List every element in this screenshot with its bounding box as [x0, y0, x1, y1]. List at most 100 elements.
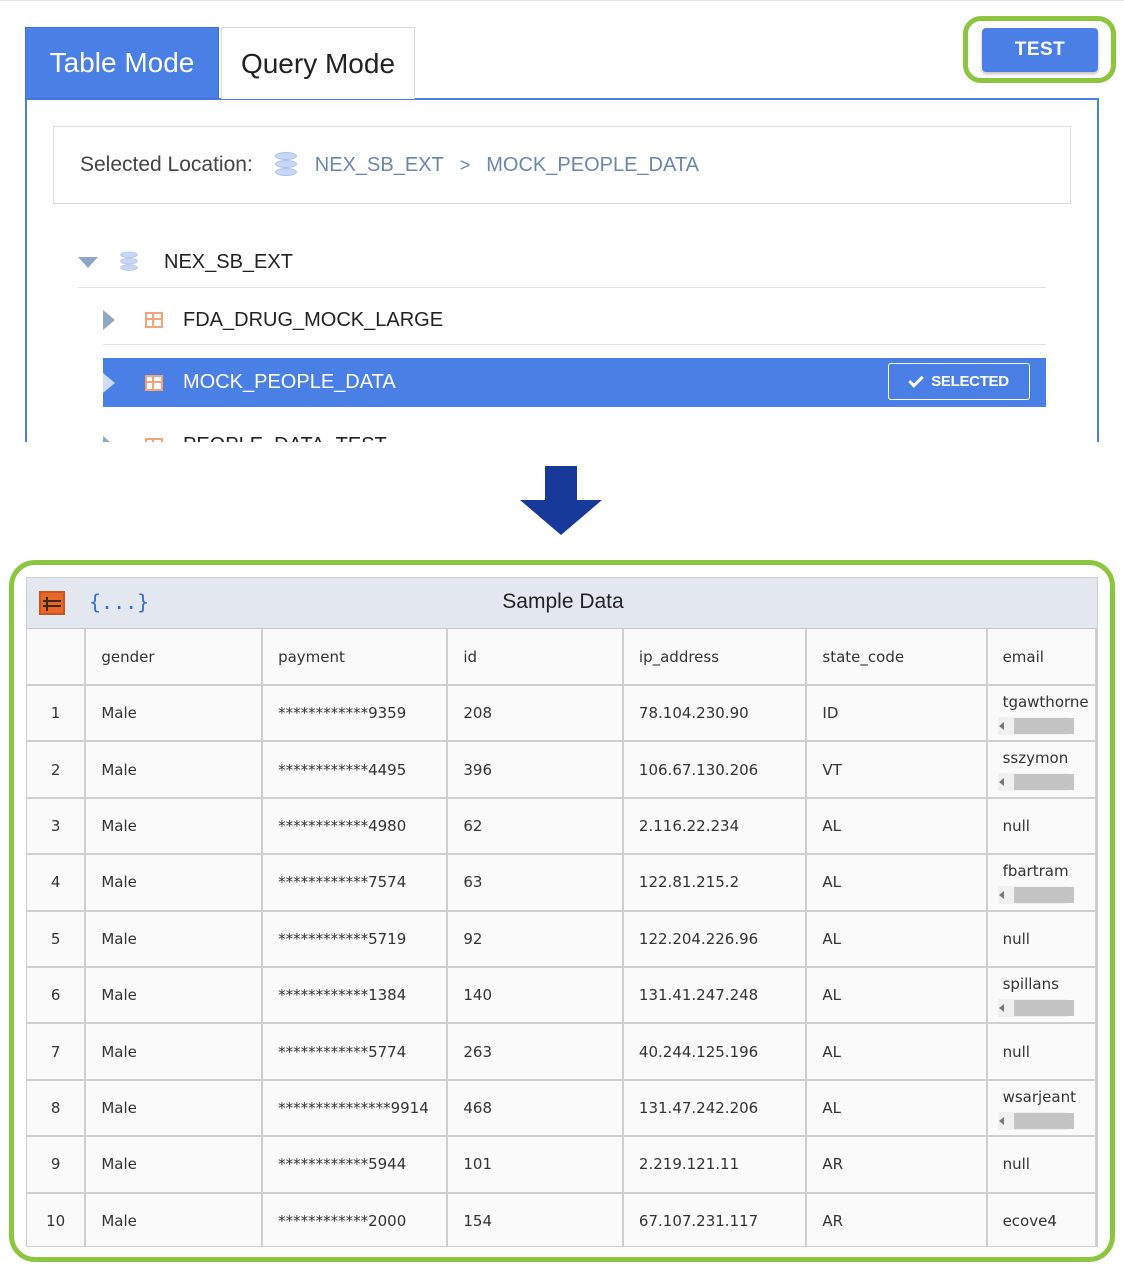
scroll-left-icon[interactable] — [998, 1003, 1004, 1012]
payment-cell: ************7574 — [262, 854, 449, 912]
sample-data-table: gender payment id ip_address state_code … — [27, 629, 1097, 1246]
tree-item-mock-people-data[interactable]: MOCK_PEOPLE_DATA SELECTED — [103, 358, 1046, 407]
gender-cell: Male — [85, 854, 264, 912]
tab-table-mode[interactable]: Table Mode — [25, 27, 219, 99]
down-arrow-head-icon — [520, 500, 602, 535]
email-value: tgawthorne — [1002, 693, 1089, 711]
cell-horizontal-scrollbar[interactable] — [997, 1111, 1074, 1130]
cell-horizontal-scrollbar[interactable] — [997, 773, 1074, 792]
payment-cell: ************2000 — [262, 1192, 449, 1246]
selected-badge: SELECTED — [888, 363, 1030, 400]
table-icon — [145, 374, 163, 391]
column-header-ip-address[interactable]: ip_address — [622, 629, 808, 686]
ip-address-cell: 106.67.130.206 — [622, 741, 808, 799]
table-row: 8 Male ***************9914 468 131.47.242.20… — [27, 1079, 1097, 1138]
row-number-cell: 4 — [27, 854, 87, 912]
gender-cell: Male — [85, 741, 264, 799]
ip-address-cell: 122.204.226.96 — [622, 910, 808, 968]
tab-query-mode[interactable]: Query Mode — [221, 27, 415, 99]
payment-cell: ************4495 — [262, 741, 449, 799]
table-row: 9 Male ************5944 101 2.219.121.11 AR nu… — [27, 1136, 1097, 1194]
tree-item-people-data-test[interactable]: PEOPLE_DATA_TEST — [103, 421, 1046, 442]
database-icon — [120, 251, 138, 273]
scroll-left-icon[interactable] — [998, 722, 1004, 730]
tree-root-database[interactable]: NEX_SB_EXT — [78, 237, 1046, 288]
ip-address-cell: 122.81.215.2 — [622, 854, 808, 912]
column-header-payment[interactable]: payment — [262, 629, 449, 686]
breadcrumb-table[interactable]: MOCK_PEOPLE_DATA — [486, 154, 699, 177]
sample-data-title: Sample Data — [502, 590, 624, 613]
ip-address-cell: 40.244.125.196 — [622, 1023, 808, 1081]
expand-caret-icon[interactable] — [78, 256, 98, 268]
column-header-state-code[interactable]: state_code — [806, 629, 988, 686]
tree-item-fda-drug-mock-large[interactable]: FDA_DRUG_MOCK_LARGE — [103, 296, 1046, 345]
payment-cell: ************4980 — [262, 797, 449, 856]
row-number-cell: 10 — [27, 1192, 87, 1246]
id-cell: 140 — [447, 966, 624, 1025]
email-value: spillans — [1002, 974, 1059, 993]
scroll-left-icon[interactable] — [998, 1116, 1004, 1125]
payment-cell: ************9359 — [262, 685, 449, 743]
scroll-left-icon[interactable] — [998, 778, 1004, 787]
id-cell: 62 — [447, 797, 624, 856]
ip-address-cell: 67.107.231.117 — [622, 1192, 808, 1246]
column-header-email[interactable]: email — [986, 629, 1097, 686]
ip-address-cell: 78.104.230.90 — [622, 685, 808, 743]
state-code-cell: AL — [806, 797, 988, 856]
state-code-cell: AL — [806, 1079, 988, 1138]
cell-horizontal-scrollbar[interactable] — [997, 886, 1074, 905]
email-value: null — [1002, 816, 1030, 835]
payment-cell: ************5719 — [262, 910, 449, 968]
column-header-gender[interactable]: gender — [85, 629, 264, 686]
email-value: null — [1002, 929, 1030, 948]
collapse-caret-icon[interactable] — [103, 435, 115, 442]
state-code-cell: ID — [806, 685, 988, 743]
scroll-thumb[interactable] — [1013, 774, 1074, 791]
sample-data-panel: {...} Sample Data gender payment id ip_a… — [26, 577, 1098, 1247]
row-number-cell: 3 — [27, 797, 87, 856]
row-number-cell: 8 — [27, 1079, 87, 1138]
test-button[interactable]: TEST — [982, 28, 1098, 72]
email-value: wsarjeant — [1002, 1087, 1076, 1106]
collapse-caret-icon[interactable] — [103, 372, 115, 393]
scroll-left-icon[interactable] — [998, 891, 1004, 900]
email-cell: null — [986, 1023, 1097, 1081]
payment-cell: ************1384 — [262, 966, 449, 1025]
table-row: 3 Male ************4980 62 2.116.22.234 AL nul… — [27, 797, 1097, 856]
collapse-caret-icon[interactable] — [103, 310, 115, 330]
state-code-cell: VT — [806, 741, 988, 799]
sample-data-header: {...} Sample Data — [27, 578, 1097, 629]
email-value: sszymon — [1002, 749, 1069, 768]
email-cell: spillans — [986, 966, 1097, 1025]
email-value: ecove4 — [1002, 1211, 1057, 1230]
cell-horizontal-scrollbar[interactable] — [997, 998, 1074, 1017]
ip-address-cell: 2.219.121.11 — [622, 1136, 808, 1194]
column-header-id[interactable]: id — [447, 629, 624, 686]
scroll-thumb[interactable] — [1013, 718, 1074, 734]
row-number-cell: 2 — [27, 741, 87, 799]
scroll-thumb[interactable] — [1013, 999, 1074, 1016]
gender-cell: Male — [85, 685, 264, 743]
email-cell: wsarjeant — [986, 1079, 1097, 1138]
table-row: 6 Male ************1384 140 131.41.247.248 AL… — [27, 966, 1097, 1025]
email-value: null — [1002, 1155, 1030, 1174]
row-number-cell: 9 — [27, 1136, 87, 1194]
scroll-thumb[interactable] — [1013, 1112, 1074, 1129]
ip-address-cell: 131.41.247.248 — [622, 966, 808, 1025]
gender-cell: Male — [85, 1136, 264, 1194]
tree-root-label: NEX_SB_EXT — [164, 250, 293, 273]
row-number-cell: 1 — [27, 685, 87, 743]
table-icon — [145, 437, 163, 442]
scroll-thumb[interactable] — [1013, 887, 1074, 904]
cell-horizontal-scrollbar[interactable] — [997, 717, 1074, 735]
gender-cell: Male — [85, 1192, 264, 1246]
table-row: 1 Male ************9359 208 78.104.230.90 ID t… — [27, 685, 1097, 743]
tree-item-label: PEOPLE_DATA_TEST — [183, 434, 387, 442]
down-arrow-icon — [545, 466, 577, 502]
email-cell: null — [986, 1136, 1097, 1194]
email-value: null — [1002, 1042, 1030, 1061]
ip-address-cell: 131.47.242.206 — [622, 1079, 808, 1138]
state-code-cell: AR — [806, 1136, 988, 1194]
id-cell: 468 — [447, 1079, 624, 1138]
breadcrumb-database[interactable]: NEX_SB_EXT — [315, 154, 444, 177]
